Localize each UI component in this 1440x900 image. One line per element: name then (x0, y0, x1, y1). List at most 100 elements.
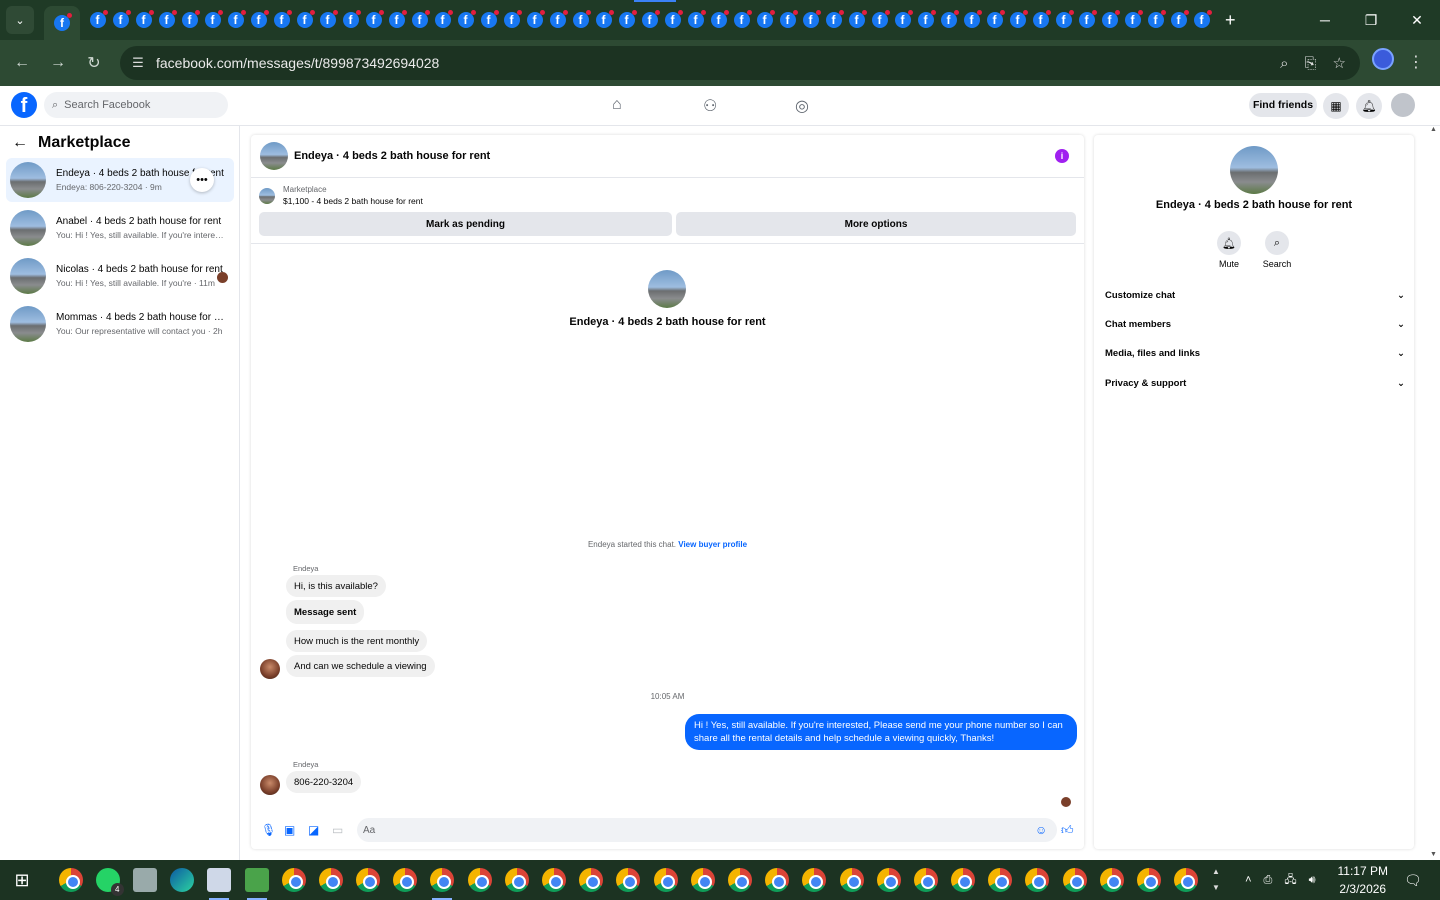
facebook-search-input[interactable]: ⌕ Search Facebook (44, 92, 228, 118)
facebook-favicon-icon[interactable]: f (986, 10, 1005, 28)
chrome-icon[interactable] (839, 868, 864, 892)
browser-profile-avatar[interactable] (1372, 48, 1394, 70)
mark-as-pending-button[interactable]: Mark as pending (259, 212, 672, 236)
media-files-links-item[interactable]: Media, files and links ⌄ (1105, 348, 1405, 359)
photo-icon[interactable]: ▣ (284, 823, 295, 837)
listing-thumbnail[interactable] (260, 142, 288, 170)
gif-icon[interactable]: ▭ (332, 823, 343, 837)
tray-chevron-up-icon[interactable]: ˄ (1245, 874, 1251, 886)
conversation-item[interactable]: Anabel · 4 beds 2 bath house for rent Yo… (6, 206, 234, 250)
chrome-icon[interactable] (913, 868, 938, 892)
facebook-favicon-icon[interactable]: f (1170, 10, 1189, 28)
facebook-favicon-icon[interactable]: f (365, 10, 384, 28)
facebook-favicon-icon[interactable]: f (1124, 10, 1143, 28)
chrome-icon[interactable] (1025, 868, 1050, 892)
bookmark-star-icon[interactable]: ☆ (1333, 54, 1346, 72)
facebook-favicon-icon[interactable]: f (756, 10, 775, 28)
incoming-message[interactable]: Hi, is this available? (286, 575, 386, 597)
facebook-favicon-icon[interactable]: f (457, 10, 476, 28)
minimize-button[interactable]: ─ (1302, 0, 1348, 40)
privacy-support-item[interactable]: Privacy & support ⌄ (1105, 378, 1405, 389)
facebook-favicon-icon[interactable]: f (112, 10, 131, 28)
chrome-icon[interactable] (988, 868, 1013, 892)
notifications-bell-icon[interactable]: 🔔︎ (1356, 93, 1382, 119)
incoming-message[interactable]: 806-220-3204 (286, 771, 362, 793)
facebook-favicon-icon[interactable]: f (1055, 10, 1074, 28)
facebook-favicon-icon[interactable]: f (1147, 10, 1166, 28)
facebook-favicon-icon[interactable]: f (894, 10, 913, 28)
facebook-favicon-icon[interactable]: f (664, 10, 683, 28)
facebook-favicon-icon[interactable]: f (871, 10, 890, 28)
incoming-message[interactable]: And can we schedule a viewing (286, 655, 435, 677)
meet-now-icon[interactable]: ⎙ (1264, 874, 1273, 887)
chrome-icon[interactable] (393, 868, 418, 892)
facebook-favicon-icon[interactable]: f (388, 10, 407, 28)
facebook-favicon-icon[interactable]: f (296, 10, 315, 28)
sender-avatar[interactable] (260, 659, 280, 679)
conversation-item[interactable]: Endeya · 4 beds 2 bath house for rent En… (6, 158, 234, 202)
spreadsheet-app-icon[interactable] (244, 868, 269, 900)
chrome-icon[interactable] (802, 868, 827, 892)
restore-button[interactable]: ❐ (1348, 0, 1394, 40)
home-icon[interactable]: ⌂ (612, 96, 622, 114)
facebook-favicon-icon[interactable]: f (802, 10, 821, 28)
chrome-icon[interactable] (430, 868, 455, 900)
facebook-favicon-icon[interactable]: f (1009, 10, 1028, 28)
chrome-icon[interactable] (281, 868, 306, 892)
facebook-favicon-icon[interactable]: f (135, 10, 154, 28)
chrome-icon[interactable] (318, 868, 343, 892)
network-icon[interactable]: 🖧︎ (1284, 871, 1296, 890)
taskbar-clock[interactable]: 11:17 PM 2/3/2026 (1338, 862, 1388, 898)
facebook-favicon-icon[interactable]: f (549, 10, 568, 28)
facebook-favicon-icon[interactable]: f (917, 10, 936, 28)
contacts-app-icon[interactable] (207, 868, 232, 900)
mute-button[interactable]: 🔔︎ Mute (1209, 231, 1249, 269)
find-friends-button[interactable]: Find friends (1249, 93, 1317, 117)
facebook-favicon-icon[interactable]: f (825, 10, 844, 28)
back-arrow-icon[interactable]: ← (4, 54, 40, 72)
customize-chat-item[interactable]: Customize chat ⌄ (1105, 290, 1405, 301)
chrome-icon[interactable] (765, 868, 790, 892)
conversation-more-button[interactable]: ••• (190, 168, 214, 192)
scroll-down-icon[interactable]: ▼ (1430, 851, 1437, 858)
facebook-favicon-icon[interactable]: f (1078, 10, 1097, 28)
facebook-favicon-icon[interactable]: f (480, 10, 499, 28)
facebook-favicon-icon[interactable]: f (618, 10, 637, 28)
facebook-favicon-icon[interactable]: f (503, 10, 522, 28)
facebook-favicon-icon[interactable]: f (204, 10, 223, 28)
incoming-message[interactable]: Message sent (286, 600, 365, 624)
facebook-favicon-icon[interactable]: f (1193, 10, 1212, 28)
install-app-icon[interactable]: ⎘ (1305, 55, 1317, 72)
windows-start-icon[interactable]: ⊞ (0, 860, 44, 900)
menu-grid-icon[interactable]: ▦ (1323, 93, 1349, 119)
facebook-favicon-icon[interactable]: f (273, 10, 292, 28)
active-tab[interactable]: f (44, 6, 80, 40)
chrome-icon[interactable] (727, 868, 752, 892)
facebook-favicon-icon[interactable]: f (687, 10, 706, 28)
tab-search-button[interactable]: ⌄ (6, 6, 34, 34)
listing-summary[interactable]: Marketplace $1,100 - 4 beds 2 bath house… (259, 185, 423, 206)
url-text[interactable]: facebook.com/messages/t/899873492694028 (156, 55, 439, 71)
chrome-icon[interactable] (1137, 868, 1162, 892)
message-input[interactable]: Aa (357, 818, 1057, 842)
groups-icon[interactable]: ◎ (795, 96, 809, 116)
facebook-favicon-icon[interactable]: f (1032, 10, 1051, 28)
keyboard-app-icon[interactable] (132, 868, 157, 892)
chrome-icon[interactable] (1174, 868, 1199, 892)
info-icon[interactable]: i (1055, 149, 1069, 163)
chrome-icon[interactable] (579, 868, 604, 892)
whatsapp-icon[interactable]: 4 (95, 868, 124, 896)
view-buyer-profile-link[interactable]: View buyer profile (678, 540, 747, 549)
facebook-favicon-icon[interactable]: f (848, 10, 867, 28)
taskbar-scroll[interactable]: ▲ ▼ (1212, 864, 1220, 896)
sticker-icon[interactable]: ◪ (308, 823, 319, 837)
incoming-message[interactable]: How much is the rent monthly (286, 630, 428, 652)
volume-icon[interactable]: 🔊︎ (1309, 874, 1316, 887)
chrome-icon[interactable] (1099, 868, 1124, 892)
emoji-icon[interactable]: ☺ (1035, 823, 1047, 837)
facebook-favicon-icon[interactable]: f (342, 10, 361, 28)
zoom-icon[interactable]: ⌕ (1280, 55, 1288, 72)
facebook-favicon-icon[interactable]: f (1101, 10, 1120, 28)
chrome-icon[interactable] (1062, 868, 1087, 892)
forward-arrow-icon[interactable]: → (40, 54, 76, 72)
